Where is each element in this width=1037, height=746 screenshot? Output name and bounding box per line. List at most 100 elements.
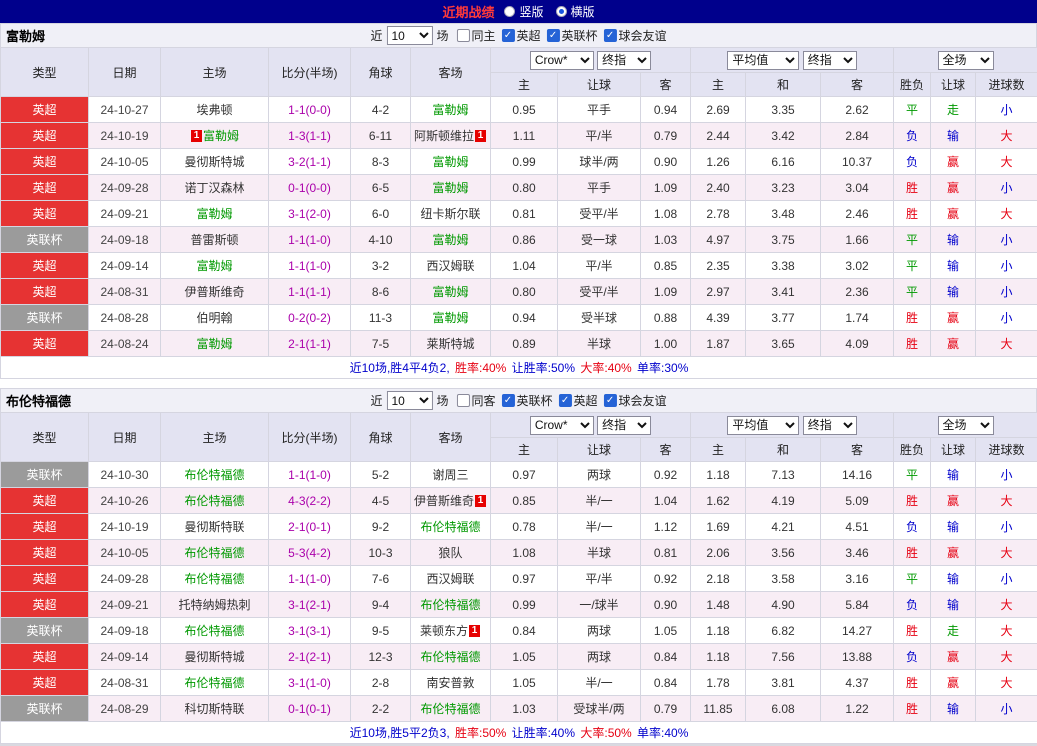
match-count-select[interactable]: 10 (386, 391, 432, 410)
goals-result: 大 (976, 201, 1037, 227)
handicap-line: 半球 (558, 331, 641, 357)
league-type: 英超 (1, 149, 89, 175)
average-odds-select[interactable]: 平均值 (727, 416, 799, 435)
filter-checkbox[interactable]: ✓球会友谊 (604, 392, 667, 409)
euro-odds-time-select[interactable]: 终指 (803, 51, 857, 70)
col-away: 客场 (411, 413, 491, 462)
match-count-select[interactable]: 10 (386, 26, 432, 45)
handicap-line: 受平/半 (558, 279, 641, 305)
match-date: 24-10-19 (89, 514, 161, 540)
goals-result: 大 (976, 331, 1037, 357)
team-name: 富勒姆 (6, 26, 45, 45)
col-euro-home: 主 (691, 438, 746, 462)
games-label: 场 (436, 392, 448, 409)
filter-checkbox[interactable]: ✓英联杯 (502, 392, 553, 409)
euro-draw-odds: 3.48 (746, 201, 821, 227)
handicap-result: 赢 (931, 305, 976, 331)
vertical-label: 竖版 (519, 3, 543, 20)
checkbox-icon[interactable]: ✓ (604, 29, 617, 42)
scope-select[interactable]: 全场 (938, 51, 994, 70)
asia-odds-controls: Crow* 终指 (491, 413, 691, 438)
match-score: 4-3(2-2) (269, 488, 351, 514)
filter-checkbox[interactable]: 同客 (456, 392, 495, 409)
col-euro-draw: 和 (746, 438, 821, 462)
col-asia-away: 客 (641, 438, 691, 462)
average-odds-select[interactable]: 平均值 (727, 51, 799, 70)
asia-odds-time-select[interactable]: 终指 (597, 416, 651, 435)
filter-checkbox[interactable]: ✓球会友谊 (604, 27, 667, 44)
asia-home-odds: 0.80 (491, 279, 558, 305)
team-name-text: 富勒姆 (196, 207, 232, 221)
scope-select[interactable]: 全场 (938, 416, 994, 435)
horizontal-label: 横版 (571, 3, 595, 20)
filter-label: 英超 (574, 392, 598, 409)
filter-checkbox[interactable]: ✓英超 (559, 392, 598, 409)
handicap-line: 平手 (558, 97, 641, 123)
match-row: 英超24-08-31布伦特福德3-1(1-0)2-8南安普敦1.05半/一0.8… (1, 670, 1037, 696)
home-team: 埃弗顿 (161, 97, 269, 123)
radio-unselected-icon[interactable] (504, 6, 515, 17)
checkbox-icon[interactable]: ✓ (547, 29, 560, 42)
handicap-line: 球半/两 (558, 149, 641, 175)
asia-away-odds: 1.09 (641, 175, 691, 201)
euro-draw-odds: 4.21 (746, 514, 821, 540)
layout-horizontal-option[interactable]: 横版 (556, 3, 595, 20)
checkbox-icon[interactable]: ✓ (559, 394, 572, 407)
euro-away-odds: 5.84 (821, 592, 894, 618)
home-team: 布伦特福德 (161, 618, 269, 644)
away-team: 富勒姆 (411, 305, 491, 331)
radio-selected-icon[interactable] (556, 6, 567, 17)
table-header-top: 类型 日期 主场 比分(半场) 角球 客场 Crow* 终指 (1, 413, 1037, 438)
checkbox-icon[interactable] (456, 394, 469, 407)
team-name-text: 布伦特福德 (420, 702, 480, 716)
match-score: 3-1(2-1) (269, 592, 351, 618)
euro-home-odds: 1.69 (691, 514, 746, 540)
league-type: 英超 (1, 644, 89, 670)
match-date: 24-08-24 (89, 331, 161, 357)
col-corner: 角球 (351, 413, 411, 462)
checkbox-icon[interactable] (456, 29, 469, 42)
league-type: 英联杯 (1, 618, 89, 644)
home-team: 布伦特福德 (161, 566, 269, 592)
col-away: 客场 (411, 48, 491, 97)
match-score: 0-1(0-0) (269, 175, 351, 201)
match-result: 平 (894, 566, 931, 592)
checkbox-icon[interactable]: ✓ (502, 394, 515, 407)
scope-controls: 全场 (894, 413, 1037, 438)
team-name-text: 西汉姆联 (426, 572, 474, 586)
match-date: 24-09-14 (89, 253, 161, 279)
asia-odds-controls: Crow* 终指 (491, 48, 691, 73)
home-team: 布伦特福德 (161, 462, 269, 488)
filter-checkbox[interactable]: ✓英超 (502, 27, 541, 44)
col-euro-away: 客 (821, 438, 894, 462)
away-team: 纽卡斯尔联 (411, 201, 491, 227)
filter-checkbox[interactable]: 同主 (456, 27, 495, 44)
asia-away-odds: 0.94 (641, 97, 691, 123)
checkbox-icon[interactable]: ✓ (604, 394, 617, 407)
match-result: 负 (894, 644, 931, 670)
match-row: 英超24-10-191富勒姆1-3(1-1)6-11阿斯顿维拉11.11平/半0… (1, 123, 1037, 149)
section-header: 富勒姆 近 10 场 同主✓英超✓英联杯✓球会友谊 (0, 23, 1037, 47)
euro-odds-time-select[interactable]: 终指 (803, 416, 857, 435)
match-row: 英超24-10-27埃弗顿1-1(0-0)4-2富勒姆0.95平手0.942.6… (1, 97, 1037, 123)
layout-radio-group: 竖版 横版 (504, 3, 594, 20)
team-name-text: 布伦特福德 (420, 650, 480, 664)
goals-result: 大 (976, 644, 1037, 670)
bookmaker-select[interactable]: Crow* (530, 416, 594, 435)
checkbox-icon[interactable]: ✓ (502, 29, 515, 42)
match-result: 胜 (894, 540, 931, 566)
bookmaker-select[interactable]: Crow* (530, 51, 594, 70)
near-label: 近 (370, 27, 382, 44)
match-date: 24-09-14 (89, 644, 161, 670)
handicap-result: 赢 (931, 488, 976, 514)
layout-vertical-option[interactable]: 竖版 (504, 3, 543, 20)
team-name-text: 莱顿东方 (420, 624, 468, 638)
asia-odds-time-select[interactable]: 终指 (597, 51, 651, 70)
team-name-text: 布伦特福德 (184, 468, 244, 482)
handicap-result: 赢 (931, 331, 976, 357)
euro-home-odds: 1.26 (691, 149, 746, 175)
league-type: 英超 (1, 201, 89, 227)
filter-checkbox[interactable]: ✓英联杯 (547, 27, 598, 44)
euro-home-odds: 2.18 (691, 566, 746, 592)
asia-away-odds: 1.09 (641, 279, 691, 305)
